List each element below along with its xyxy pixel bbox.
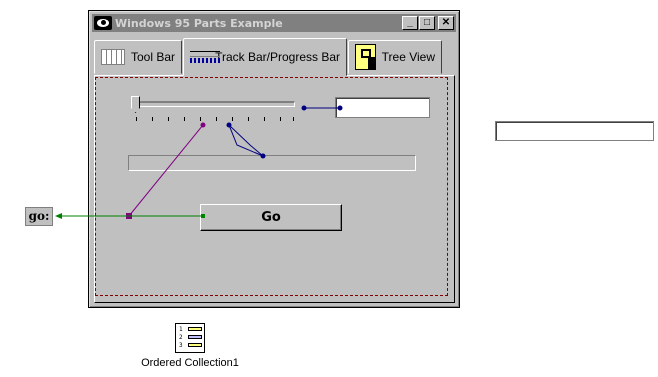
tab-track-bar-progress-bar[interactable]: Track Bar/Progress Bar	[183, 38, 347, 76]
tab-label: Tool Bar	[130, 50, 175, 64]
treeview-icon	[355, 44, 376, 70]
trackbar-tick	[232, 117, 233, 121]
progress-bar	[128, 155, 416, 171]
trackbar-value-field[interactable]	[335, 97, 430, 118]
tab-tree-view[interactable]: Tree View	[348, 40, 442, 74]
trackbar-tick	[216, 117, 217, 121]
go-label: go:	[25, 207, 53, 226]
title-bar[interactable]: Windows 95 Parts Example _ □ ✕	[92, 14, 456, 32]
trackbar-tick	[248, 117, 249, 121]
arrow-head-icon	[55, 213, 62, 219]
tab-label: Tree View	[381, 50, 435, 64]
trackbar-tick	[136, 117, 137, 121]
trackbar-icon	[190, 50, 221, 64]
eye-icon	[94, 16, 112, 30]
maximize-button[interactable]: □	[419, 16, 435, 30]
trackbar-track[interactable]	[135, 101, 295, 107]
tab-tool-bar[interactable]: Tool Bar	[94, 40, 182, 74]
window-title: Windows 95 Parts Example	[115, 16, 283, 30]
minimize-button[interactable]: _	[402, 16, 418, 30]
trackbar-tick	[200, 117, 201, 121]
trackbar-tick	[280, 117, 281, 121]
external-text-field[interactable]	[495, 121, 654, 141]
tab-label: Track Bar/Progress Bar	[215, 50, 340, 64]
trackbar-tick	[293, 117, 294, 121]
close-button[interactable]: ✕	[438, 16, 454, 30]
trackbar-tick	[168, 117, 169, 121]
trackbar-tick	[264, 117, 265, 121]
trackbar-tick	[184, 117, 185, 121]
go-button[interactable]: Go	[200, 204, 342, 231]
ordered-collection-icon: 1 2 3	[175, 323, 205, 353]
ordered-collection-label: Ordered Collection1	[141, 357, 239, 369]
trackbar-tick	[152, 117, 153, 121]
ordered-collection[interactable]: 1 2 3 Ordered Collection1	[140, 323, 240, 369]
toolbar-icon	[101, 49, 125, 65]
